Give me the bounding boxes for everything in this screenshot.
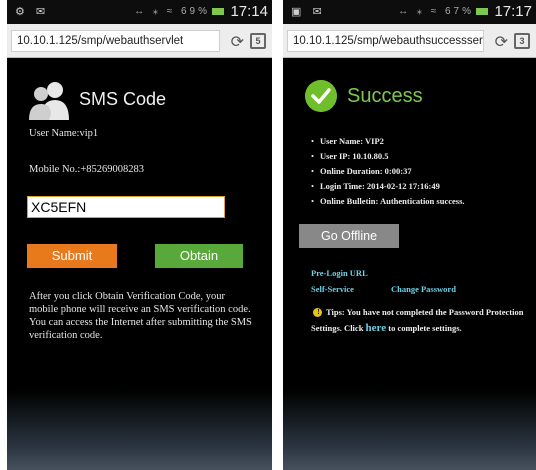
detail-login-time: Login Time: 2014-02-12 17:16:49 bbox=[311, 181, 465, 196]
pre-login-url-link[interactable]: Pre-Login URL bbox=[311, 268, 368, 278]
checkmark-icon bbox=[305, 80, 337, 112]
phone-screen-success: ▣ ✉ ↔ ⁎ ≈ 67% 17:17 10.10.1.125/smp/weba… bbox=[283, 0, 536, 470]
submit-button[interactable]: Submit bbox=[27, 244, 117, 268]
notification-icons: ▣ ✉ bbox=[291, 6, 326, 18]
obtain-button[interactable]: Obtain bbox=[155, 244, 243, 268]
change-password-link[interactable]: Change Password bbox=[391, 284, 456, 294]
page-title: Success bbox=[347, 85, 423, 107]
detail-user-name: User Name: VIP2 bbox=[311, 136, 465, 151]
go-offline-button[interactable]: Go Offline bbox=[299, 224, 399, 248]
here-link[interactable]: here bbox=[366, 322, 387, 334]
tips-text: ! Tips: You have not completed the Passwo… bbox=[311, 307, 524, 334]
browser-address-bar: 10.10.1.125/smp/webauthsuccessserv ⟳ 3 bbox=[283, 24, 536, 58]
background-gradient bbox=[7, 390, 272, 470]
session-details: User Name: VIP2 User IP: 10.10.80.5 Onli… bbox=[311, 136, 465, 211]
users-icon bbox=[29, 82, 69, 120]
verification-code-input[interactable] bbox=[27, 196, 225, 218]
detail-online-bulletin: Online Bulletin: Authentication success. bbox=[311, 196, 465, 211]
detail-online-duration: Online Duration: 0:00:37 bbox=[311, 166, 465, 181]
status-bar: ▣ ✉ ↔ ⁎ ≈ 67% 17:17 bbox=[283, 0, 536, 24]
status-bar: ⚙ ✉ ↔ ⁎ ≈ 69% 17:14 bbox=[7, 0, 272, 24]
self-service-link[interactable]: Self-Service bbox=[311, 284, 354, 294]
background-gradient bbox=[283, 390, 536, 470]
page-content: Success User Name: VIP2 User IP: 10.10.8… bbox=[283, 58, 536, 470]
info-icon: ! bbox=[313, 308, 322, 317]
user-name-text: User Name:vip1 bbox=[29, 128, 99, 139]
clock: 17:14 bbox=[230, 3, 268, 20]
reload-icon[interactable]: ⟳ bbox=[495, 32, 508, 52]
page-title: SMS Code bbox=[79, 89, 167, 109]
url-field[interactable]: 10.10.1.125/smp/webauthservlet bbox=[11, 30, 220, 52]
detail-user-ip: User IP: 10.10.80.5 bbox=[311, 151, 465, 166]
signal-icons: ↔ ⁎ ≈ 67% bbox=[398, 6, 488, 17]
clock: 17:17 bbox=[494, 3, 532, 20]
page-content: SMS Code User Name:vip1 Mobile No.:+8526… bbox=[7, 58, 272, 470]
phone-screen-sms-code: ⚙ ✉ ↔ ⁎ ≈ 69% 17:14 10.10.1.125/smp/weba… bbox=[7, 0, 272, 470]
reload-icon[interactable]: ⟳ bbox=[231, 32, 244, 52]
tabs-icon[interactable]: 5 bbox=[250, 33, 266, 49]
mobile-number-text: Mobile No.:+85269008283 bbox=[29, 164, 145, 175]
url-field[interactable]: 10.10.1.125/smp/webauthsuccessserv bbox=[287, 30, 484, 52]
instructions-text: After you click Obtain Verification Code… bbox=[29, 291, 252, 341]
signal-icons: ↔ ⁎ ≈ 69% bbox=[134, 6, 224, 17]
tabs-icon[interactable]: 3 bbox=[514, 33, 530, 49]
browser-address-bar: 10.10.1.125/smp/webauthservlet ⟳ 5 bbox=[7, 24, 272, 58]
notification-icons: ⚙ ✉ bbox=[15, 6, 50, 18]
